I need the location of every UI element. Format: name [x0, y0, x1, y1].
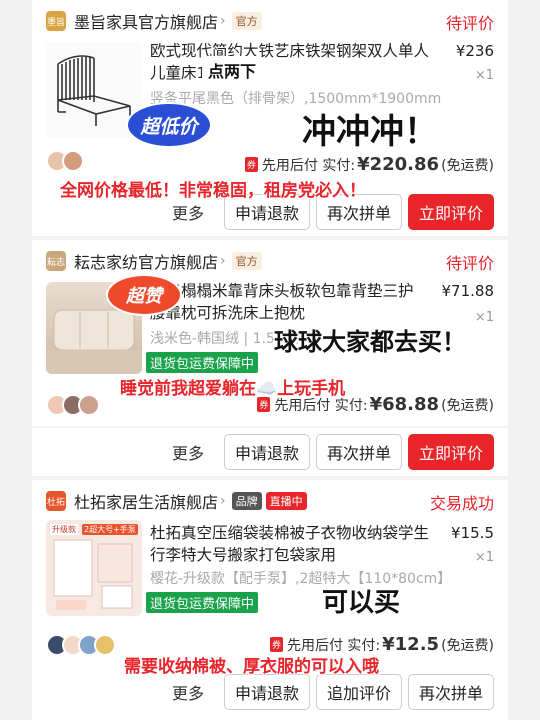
shipping-note: (免运费)	[441, 637, 494, 654]
overlay-caption: 全网价格最低！非常稳固，租房党必入！	[60, 181, 366, 201]
review-button[interactable]: 立即评价	[407, 434, 494, 470]
store-row[interactable]: 杜拓 杜拓家居生活旗舰店 › 品牌 直播中 交易成功	[46, 486, 494, 516]
product-price: ¥15.5	[451, 524, 494, 542]
product-spec: 樱花-升级款【配手泵】,2超特大【110*80cm】	[150, 571, 452, 587]
action-buttons: 更多 申请退款 再次拼单 立即评价	[172, 434, 494, 470]
store-logo: 杜拓	[46, 491, 66, 511]
product-price: ¥71.88	[441, 282, 495, 300]
store-name[interactable]: 杜拓家居生活旗舰店	[74, 489, 218, 513]
store-logo: 墨旨	[46, 11, 66, 31]
group-avatars	[46, 394, 100, 416]
brand-tag: 品牌	[231, 492, 262, 510]
product-quantity: ×1	[474, 550, 494, 565]
store-row[interactable]: 耘志 耘志家纺官方旗舰店 › 官方 待评价	[46, 246, 494, 276]
product-title[interactable]: 靠垫榻榻米靠背床头板软包靠背垫三护腰靠枕可拆洗床上抱枕	[150, 280, 426, 324]
shipping-guarantee-badge: 退货包运费保障中	[146, 592, 259, 613]
shipping-note: (免运费)	[441, 157, 494, 174]
product-quantity: ×1	[474, 310, 494, 325]
low-price-sticker: 超低价	[128, 104, 210, 146]
official-tag: 官方	[231, 252, 262, 270]
refund-button[interactable]: 申请退款	[223, 434, 310, 470]
review-button[interactable]: 立即评价	[407, 194, 494, 230]
coupon-badge: 券	[269, 637, 283, 652]
avatar	[94, 634, 116, 656]
shipping-guarantee-badge: 退货包运费保障中	[146, 352, 259, 373]
refund-button[interactable]: 申请退款	[223, 674, 310, 710]
overlay-big-text: 可以买	[322, 588, 401, 618]
group-avatars	[46, 150, 84, 172]
coupon-badge: 券	[257, 397, 271, 412]
action-buttons: 更多 申请退款 追加评价 再次拼单	[172, 674, 494, 710]
thumb-label: 2超大号+手泵	[82, 524, 138, 535]
more-button[interactable]: 更多	[172, 200, 204, 224]
sticker-note: 点两下	[202, 56, 263, 84]
add-review-button[interactable]: 追加评价	[315, 674, 402, 710]
more-button[interactable]: 更多	[172, 440, 204, 464]
order-card: 杜拓 杜拓家居生活旗舰店 › 品牌 直播中 交易成功 升级款 2超大号+手泵 杜…	[32, 480, 508, 720]
rebuy-button[interactable]: 再次拼单	[407, 674, 494, 710]
chevron-right-icon: ›	[220, 253, 226, 269]
store-logo: 耘志	[46, 251, 66, 271]
order-status: 待评价	[445, 254, 494, 273]
payment-amount: ¥68.88	[369, 394, 440, 415]
avatar	[78, 394, 100, 416]
payment-amount: ¥12.5	[382, 634, 440, 655]
overlay-big-text: 球球大家都去买！	[274, 328, 466, 356]
order-status: 待评价	[445, 14, 494, 33]
overlay-big-text: 冲冲冲！	[302, 112, 438, 152]
official-tag: 官方	[231, 12, 262, 30]
payment-line: 券 先用后付 实付: ¥220.86 (免运费)	[244, 154, 494, 175]
order-card-actions: 更多 申请退款 再次拼单 立即评价	[32, 428, 508, 476]
shipping-note: (免运费)	[441, 397, 494, 414]
avatar	[62, 150, 84, 172]
store-row[interactable]: 墨旨 墨旨家具官方旗舰店 › 官方 待评价	[46, 6, 494, 36]
product-title[interactable]: 欧式现代简约大铁艺床铁架钢架双人单人儿童床1.8米	[150, 40, 440, 84]
order-status: 交易成功	[429, 494, 494, 513]
payment-label: 先用后付 实付:	[261, 157, 356, 174]
group-avatars	[46, 634, 116, 656]
store-name[interactable]: 耘志家纺官方旗舰店	[74, 249, 218, 273]
chevron-right-icon: ›	[220, 493, 226, 509]
great-sticker: 超赞	[108, 276, 180, 314]
product-quantity: ×1	[474, 68, 494, 83]
rebuy-button[interactable]: 再次拼单	[315, 434, 402, 470]
product-price: ¥236	[455, 42, 494, 60]
overlay-caption: 睡觉前我超爱躺在☁️上玩手机	[120, 379, 346, 399]
chevron-right-icon: ›	[220, 13, 226, 29]
overlay-caption: 需要收纳棉被、厚衣服的可以入哦	[124, 657, 379, 677]
product-thumbnail[interactable]: 升级款 2超大号+手泵	[46, 520, 142, 616]
coupon-badge: 券	[244, 157, 258, 172]
more-button[interactable]: 更多	[172, 680, 204, 704]
payment-amount: ¥220.86	[357, 154, 440, 175]
live-tag: 直播中	[265, 492, 307, 510]
product-title[interactable]: 杜拓真空压缩袋装棉被子衣物收纳袋学生行李特大号搬家打包袋家用	[150, 522, 444, 566]
store-name[interactable]: 墨旨家具官方旗舰店	[74, 9, 218, 33]
thumb-label: 升级款	[50, 524, 78, 535]
